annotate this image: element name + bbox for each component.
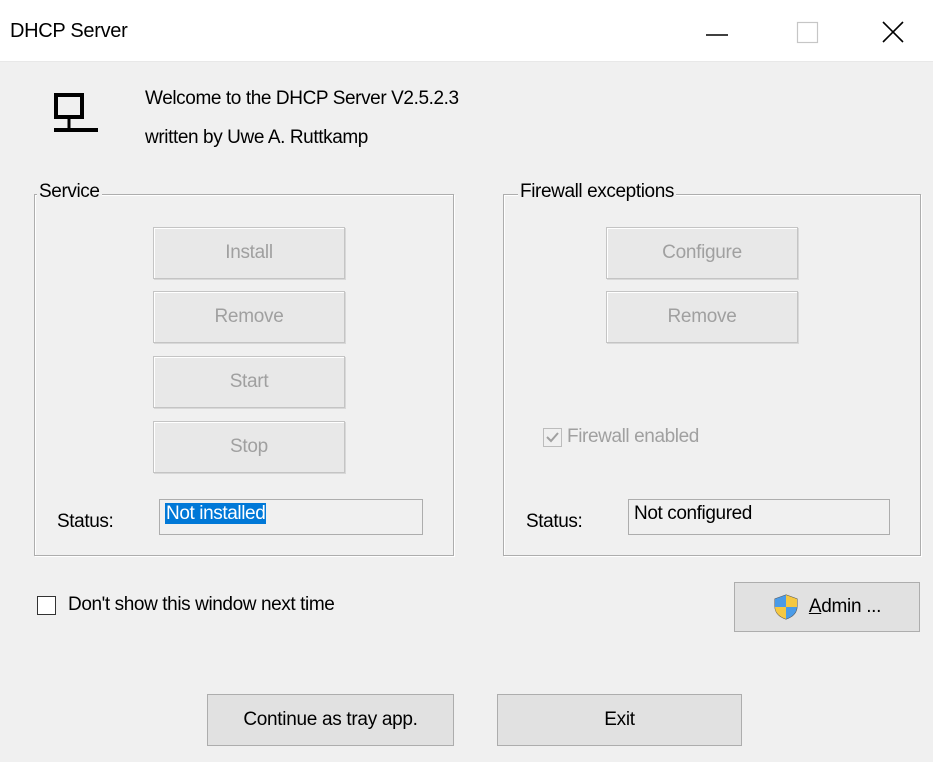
checkmark-icon xyxy=(546,432,559,443)
install-button[interactable]: Install xyxy=(153,227,345,279)
maximize-button[interactable] xyxy=(782,8,832,54)
firewall-enabled-checkbox[interactable] xyxy=(543,428,562,447)
continue-tray-button[interactable]: Continue as tray app. xyxy=(207,694,454,746)
exit-button[interactable]: Exit xyxy=(497,694,742,746)
service-status-value: Not installed xyxy=(165,503,267,524)
admin-button[interactable]: Admin ... xyxy=(734,582,920,632)
network-computer-icon xyxy=(50,92,110,154)
firewall-status-field[interactable]: Not configured xyxy=(628,499,890,535)
service-group: Service Install Remove Start Stop Status… xyxy=(34,181,454,556)
minimize-icon xyxy=(706,34,728,36)
welcome-text: Welcome to the DHCP Server V2.5.2.3 xyxy=(145,88,459,109)
title-bar: DHCP Server xyxy=(0,0,933,62)
firewall-legend: Firewall exceptions xyxy=(518,181,676,203)
service-status-field[interactable]: Not installed xyxy=(159,499,423,535)
window-title: DHCP Server xyxy=(10,20,128,42)
firewall-group: Firewall exceptions Configure Remove Fir… xyxy=(503,181,921,556)
stop-button[interactable]: Stop xyxy=(153,421,345,473)
dont-show-label[interactable]: Don't show this window next time xyxy=(68,594,335,616)
firewall-status-value: Not configured xyxy=(634,503,752,524)
author-text: written by Uwe A. Ruttkamp xyxy=(145,127,368,148)
service-legend: Service xyxy=(37,181,102,203)
service-status-label: Status: xyxy=(57,511,114,532)
configure-button[interactable]: Configure xyxy=(606,227,798,279)
service-remove-button[interactable]: Remove xyxy=(153,291,345,343)
maximize-icon xyxy=(796,21,819,44)
start-button[interactable]: Start xyxy=(153,356,345,408)
admin-label: dmin ... xyxy=(821,596,882,617)
close-icon xyxy=(882,21,904,43)
firewall-enabled-label[interactable]: Firewall enabled xyxy=(567,426,699,448)
dont-show-checkbox[interactable] xyxy=(37,596,56,615)
firewall-remove-button[interactable]: Remove xyxy=(606,291,798,343)
close-button[interactable] xyxy=(868,8,918,54)
firewall-status-label: Status: xyxy=(526,511,583,532)
admin-accelerator: A xyxy=(808,596,822,617)
minimize-button[interactable] xyxy=(692,8,742,54)
uac-shield-icon xyxy=(774,594,798,620)
